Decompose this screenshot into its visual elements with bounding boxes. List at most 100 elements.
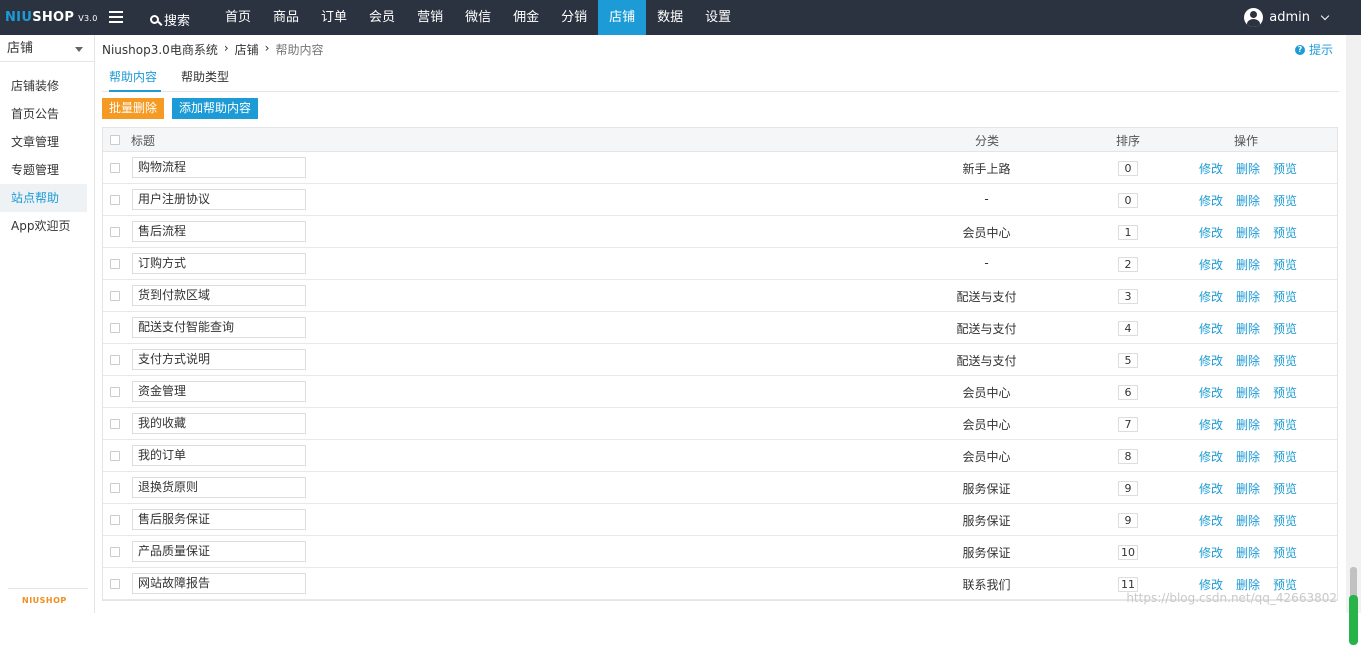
- sort-input[interactable]: 4: [1118, 321, 1138, 336]
- nav-item[interactable]: 设置: [694, 0, 742, 35]
- sort-input[interactable]: 6: [1118, 385, 1138, 400]
- preview-link[interactable]: 预览: [1273, 416, 1297, 433]
- sort-input[interactable]: 0: [1118, 161, 1138, 176]
- breadcrumb-item[interactable]: Niushop3.0电商系统: [102, 41, 218, 58]
- title-input[interactable]: 配送支付智能查询: [132, 317, 306, 338]
- delete-link[interactable]: 删除: [1236, 192, 1260, 209]
- scrollbar[interactable]: [1346, 35, 1361, 613]
- delete-link[interactable]: 删除: [1236, 352, 1260, 369]
- edit-link[interactable]: 修改: [1199, 192, 1223, 209]
- batch-delete-button[interactable]: 批量删除: [102, 98, 164, 119]
- delete-link[interactable]: 删除: [1236, 288, 1260, 305]
- sort-input[interactable]: 9: [1118, 513, 1138, 528]
- row-checkbox[interactable]: [110, 227, 120, 237]
- nav-item[interactable]: 订单: [310, 0, 358, 35]
- preview-link[interactable]: 预览: [1273, 512, 1297, 529]
- niushop-logo[interactable]: NIUSHOPV3.0: [5, 10, 98, 25]
- row-checkbox[interactable]: [110, 483, 120, 493]
- sidebar-item[interactable]: 专题管理: [0, 156, 87, 184]
- sort-input[interactable]: 7: [1118, 417, 1138, 432]
- preview-link[interactable]: 预览: [1273, 320, 1297, 337]
- tab-help-type[interactable]: 帮助类型: [181, 68, 229, 92]
- edit-link[interactable]: 修改: [1199, 480, 1223, 497]
- title-input[interactable]: 用户注册协议: [132, 189, 306, 210]
- preview-link[interactable]: 预览: [1273, 352, 1297, 369]
- title-input[interactable]: 网站故障报告: [132, 573, 306, 594]
- row-checkbox[interactable]: [110, 259, 120, 269]
- breadcrumb-item[interactable]: 店铺: [235, 41, 259, 58]
- delete-link[interactable]: 删除: [1236, 320, 1260, 337]
- delete-link[interactable]: 删除: [1236, 448, 1260, 465]
- nav-item[interactable]: 营销: [406, 0, 454, 35]
- delete-link[interactable]: 删除: [1236, 160, 1260, 177]
- delete-link[interactable]: 删除: [1236, 544, 1260, 561]
- row-checkbox[interactable]: [110, 291, 120, 301]
- edit-link[interactable]: 修改: [1199, 160, 1223, 177]
- sidebar-item[interactable]: 文章管理: [0, 128, 87, 156]
- edit-link[interactable]: 修改: [1199, 384, 1223, 401]
- row-checkbox[interactable]: [110, 451, 120, 461]
- preview-link[interactable]: 预览: [1273, 288, 1297, 305]
- title-input[interactable]: 我的收藏: [132, 413, 306, 434]
- preview-link[interactable]: 预览: [1273, 160, 1297, 177]
- edit-link[interactable]: 修改: [1199, 320, 1223, 337]
- title-input[interactable]: 退换货原则: [132, 477, 306, 498]
- title-input[interactable]: 售后流程: [132, 221, 306, 242]
- sidebar-item[interactable]: 站点帮助: [0, 184, 87, 212]
- sort-input[interactable]: 9: [1118, 481, 1138, 496]
- edit-link[interactable]: 修改: [1199, 256, 1223, 273]
- sort-input[interactable]: 10: [1118, 545, 1138, 560]
- nav-item[interactable]: 商品: [262, 0, 310, 35]
- nav-item[interactable]: 数据: [646, 0, 694, 35]
- preview-link[interactable]: 预览: [1273, 480, 1297, 497]
- delete-link[interactable]: 删除: [1236, 416, 1260, 433]
- row-checkbox[interactable]: [110, 387, 120, 397]
- row-checkbox[interactable]: [110, 579, 120, 589]
- edit-link[interactable]: 修改: [1199, 352, 1223, 369]
- tab-help-content[interactable]: 帮助内容: [109, 68, 161, 92]
- sidebar-item[interactable]: 首页公告: [0, 100, 87, 128]
- nav-item[interactable]: 会员: [358, 0, 406, 35]
- title-input[interactable]: 售后服务保证: [132, 509, 306, 530]
- nav-item[interactable]: 店铺: [598, 0, 646, 35]
- nav-item[interactable]: 佣金: [502, 0, 550, 35]
- delete-link[interactable]: 删除: [1236, 384, 1260, 401]
- sort-input[interactable]: 2: [1118, 257, 1138, 272]
- preview-link[interactable]: 预览: [1273, 384, 1297, 401]
- row-checkbox[interactable]: [110, 163, 120, 173]
- title-input[interactable]: 货到付款区域: [132, 285, 306, 306]
- title-input[interactable]: 资金管理: [132, 381, 306, 402]
- sort-input[interactable]: 5: [1118, 353, 1138, 368]
- sidebar-item[interactable]: App欢迎页: [0, 212, 87, 240]
- nav-item[interactable]: 分销: [550, 0, 598, 35]
- select-all-checkbox[interactable]: [110, 135, 120, 145]
- row-checkbox[interactable]: [110, 323, 120, 333]
- row-checkbox[interactable]: [110, 515, 120, 525]
- sort-input[interactable]: 1: [1118, 225, 1138, 240]
- row-checkbox[interactable]: [110, 195, 120, 205]
- tip-link[interactable]: ?提示: [1295, 41, 1333, 58]
- add-help-button[interactable]: 添加帮助内容: [172, 98, 258, 119]
- delete-link[interactable]: 删除: [1236, 480, 1260, 497]
- edit-link[interactable]: 修改: [1199, 512, 1223, 529]
- title-input[interactable]: 购物流程: [132, 157, 306, 178]
- title-input[interactable]: 产品质量保证: [132, 541, 306, 562]
- edit-link[interactable]: 修改: [1199, 416, 1223, 433]
- sort-input[interactable]: 8: [1118, 449, 1138, 464]
- sort-input[interactable]: 3: [1118, 289, 1138, 304]
- row-checkbox[interactable]: [110, 547, 120, 557]
- edit-link[interactable]: 修改: [1199, 448, 1223, 465]
- delete-link[interactable]: 删除: [1236, 224, 1260, 241]
- row-checkbox[interactable]: [110, 419, 120, 429]
- row-checkbox[interactable]: [110, 355, 120, 365]
- menu-toggle-icon[interactable]: [109, 11, 123, 23]
- title-input[interactable]: 支付方式说明: [132, 349, 306, 370]
- sidebar-item[interactable]: 店铺装修: [0, 72, 87, 100]
- title-input[interactable]: 我的订单: [132, 445, 306, 466]
- nav-item[interactable]: 首页: [214, 0, 262, 35]
- edit-link[interactable]: 修改: [1199, 544, 1223, 561]
- delete-link[interactable]: 删除: [1236, 256, 1260, 273]
- title-input[interactable]: 订购方式: [132, 253, 306, 274]
- sort-input[interactable]: 0: [1118, 193, 1138, 208]
- preview-link[interactable]: 预览: [1273, 192, 1297, 209]
